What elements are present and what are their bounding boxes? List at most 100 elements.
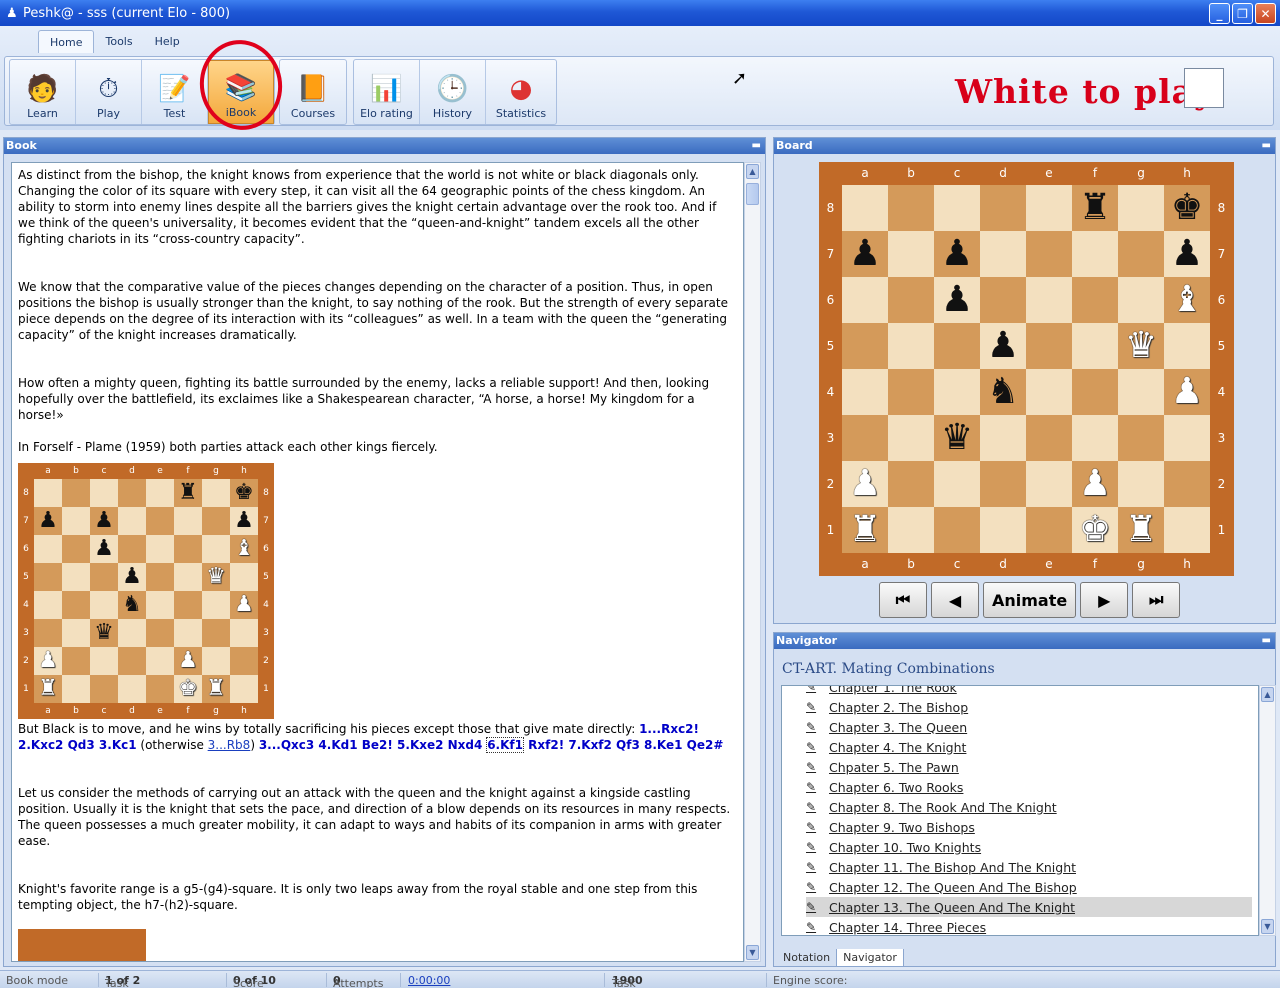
square-g4[interactable]: [1118, 369, 1164, 415]
square-a6[interactable]: [34, 535, 62, 563]
elo-rating-button[interactable]: 📊 Elo rating: [354, 60, 420, 124]
white-rook-icon[interactable]: ♜: [38, 678, 58, 700]
square-d5[interactable]: ♟: [980, 323, 1026, 369]
square-e3[interactable]: [146, 619, 174, 647]
book-scrollbar[interactable]: ▲ ▼: [744, 162, 761, 962]
square-a4[interactable]: [34, 591, 62, 619]
square-b1[interactable]: [62, 675, 90, 703]
square-g8[interactable]: [202, 479, 230, 507]
white-pawn-icon[interactable]: ♟: [178, 650, 198, 672]
square-f3[interactable]: [1072, 415, 1118, 461]
square-b7[interactable]: [888, 231, 934, 277]
animate-button[interactable]: Animate: [983, 582, 1077, 618]
play-button[interactable]: ⏱ Play: [76, 60, 142, 124]
square-f6[interactable]: [174, 535, 202, 563]
chapter-item[interactable]: ✎ Chapter 2. The Bishop: [806, 697, 968, 717]
square-e7[interactable]: [1026, 231, 1072, 277]
square-h3[interactable]: [230, 619, 258, 647]
white-bishop-icon[interactable]: ♝: [234, 538, 254, 560]
square-c3[interactable]: ♛: [934, 415, 980, 461]
close-button[interactable]: ✕: [1255, 3, 1276, 24]
collapse-icon[interactable]: ▬: [1262, 138, 1271, 154]
square-e2[interactable]: [146, 647, 174, 675]
square-a7[interactable]: ♟: [842, 231, 888, 277]
square-e7[interactable]: [146, 507, 174, 535]
chapter-item[interactable]: ✎ Chapter 13. The Queen And The Knight: [806, 897, 1252, 917]
white-king-icon[interactable]: ♚: [1079, 512, 1111, 548]
square-h4[interactable]: ♟: [230, 591, 258, 619]
white-queen-icon[interactable]: ♛: [1125, 328, 1157, 364]
current-move[interactable]: 6.Kf1: [486, 737, 524, 753]
square-c2[interactable]: [90, 647, 118, 675]
square-h5[interactable]: [1164, 323, 1210, 369]
maximize-button[interactable]: ❐: [1232, 3, 1253, 24]
chapter-item[interactable]: ✎ Chapter 10. Two Knights: [806, 837, 981, 857]
square-g2[interactable]: [202, 647, 230, 675]
tab-help[interactable]: Help: [144, 30, 191, 53]
square-d2[interactable]: [980, 461, 1026, 507]
square-f3[interactable]: [174, 619, 202, 647]
black-pawn-icon[interactable]: ♟: [234, 510, 254, 532]
square-c2[interactable]: [934, 461, 980, 507]
square-b6[interactable]: [888, 277, 934, 323]
black-pawn-icon[interactable]: ♟: [849, 236, 881, 272]
square-b7[interactable]: [62, 507, 90, 535]
square-g1[interactable]: ♜: [1118, 507, 1164, 553]
chapter-item[interactable]: ✎ Chapter 12. The Queen And The Bishop: [806, 877, 1077, 897]
square-e1[interactable]: [1026, 507, 1072, 553]
square-b2[interactable]: [888, 461, 934, 507]
square-b2[interactable]: [62, 647, 90, 675]
square-h6[interactable]: ♝: [1164, 277, 1210, 323]
square-e5[interactable]: [146, 563, 174, 591]
square-f5[interactable]: [174, 563, 202, 591]
learn-button[interactable]: 🧑 Learn: [10, 60, 76, 124]
square-g3[interactable]: [1118, 415, 1164, 461]
chapter-item[interactable]: ✎ Chapter 9. Two Bishops: [806, 817, 975, 837]
courses-button[interactable]: 📙 Courses: [280, 60, 346, 124]
square-f7[interactable]: [1072, 231, 1118, 277]
white-rook-icon[interactable]: ♜: [1125, 512, 1157, 548]
black-pawn-icon[interactable]: ♟: [94, 538, 114, 560]
chapter-list[interactable]: ✎ Chapter 1. The Rook ✎ Chapter 2. The Bish…: [781, 685, 1259, 936]
square-a3[interactable]: [842, 415, 888, 461]
square-h5[interactable]: [230, 563, 258, 591]
square-a2[interactable]: ♟: [34, 647, 62, 675]
square-d6[interactable]: [980, 277, 1026, 323]
square-c1[interactable]: [934, 507, 980, 553]
black-pawn-icon[interactable]: ♟: [941, 236, 973, 272]
square-g7[interactable]: [1118, 231, 1164, 277]
square-h7[interactable]: ♟: [1164, 231, 1210, 277]
square-b4[interactable]: [62, 591, 90, 619]
square-a1[interactable]: ♜: [842, 507, 888, 553]
square-f1[interactable]: ♚: [1072, 507, 1118, 553]
square-a8[interactable]: [842, 185, 888, 231]
next-move-button[interactable]: ▶: [1080, 582, 1129, 618]
square-b3[interactable]: [888, 415, 934, 461]
white-pawn-icon[interactable]: ♟: [1171, 374, 1203, 410]
square-b4[interactable]: [888, 369, 934, 415]
black-king-icon[interactable]: ♚: [234, 482, 254, 504]
square-e4[interactable]: [146, 591, 174, 619]
square-d6[interactable]: [118, 535, 146, 563]
square-b8[interactable]: [62, 479, 90, 507]
square-d4[interactable]: ♞: [980, 369, 1026, 415]
white-bishop-icon[interactable]: ♝: [1171, 282, 1203, 318]
square-f6[interactable]: [1072, 277, 1118, 323]
white-king-icon[interactable]: ♚: [178, 678, 198, 700]
square-f5[interactable]: [1072, 323, 1118, 369]
square-g2[interactable]: [1118, 461, 1164, 507]
chapter-item[interactable]: ✎ Chapter 14. Three Pieces: [806, 917, 986, 935]
square-f7[interactable]: [174, 507, 202, 535]
square-g6[interactable]: [1118, 277, 1164, 323]
square-h3[interactable]: [1164, 415, 1210, 461]
minimize-button[interactable]: _: [1209, 3, 1230, 24]
square-b8[interactable]: [888, 185, 934, 231]
square-d7[interactable]: [980, 231, 1026, 277]
square-b1[interactable]: [888, 507, 934, 553]
scroll-up-icon[interactable]: ▲: [1261, 687, 1274, 702]
square-c4[interactable]: [90, 591, 118, 619]
solution-moves[interactable]: 3...Qxc3 4.Kd1 Be2! 5.Kxe2 Nxd4: [259, 738, 483, 752]
square-h2[interactable]: [230, 647, 258, 675]
square-e2[interactable]: [1026, 461, 1072, 507]
square-f2[interactable]: ♟: [1072, 461, 1118, 507]
